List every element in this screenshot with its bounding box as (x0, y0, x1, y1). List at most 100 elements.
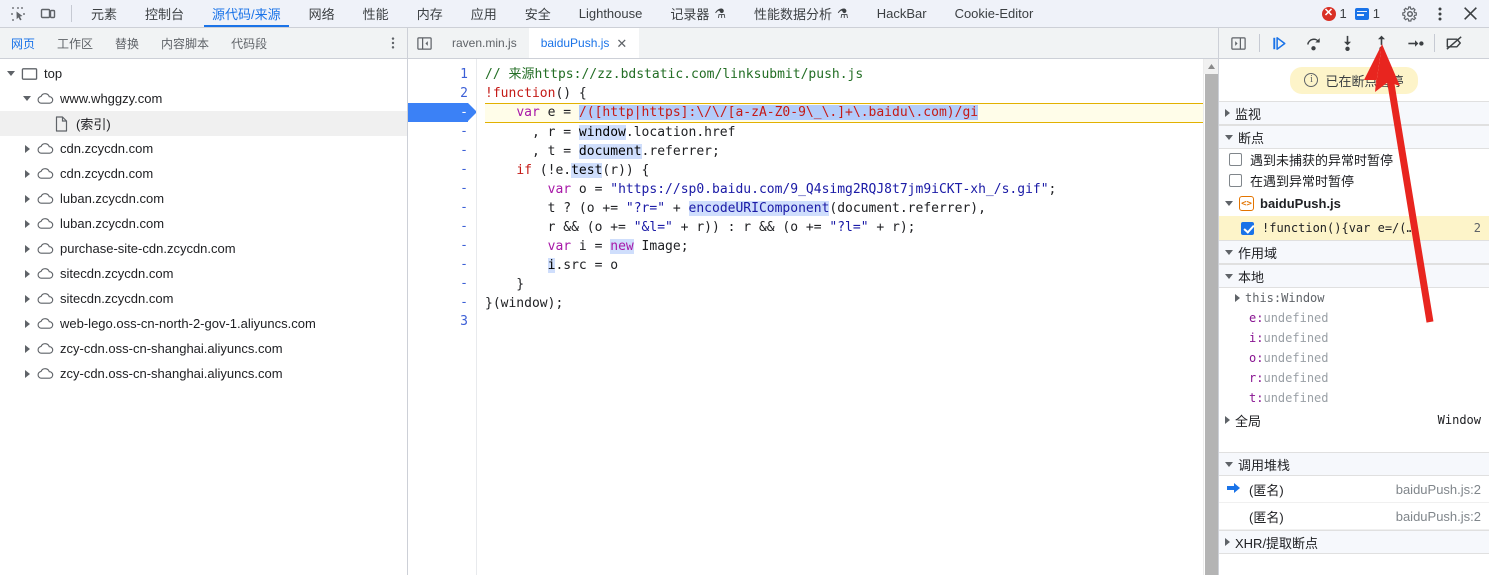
scrollbar-up-arrow[interactable] (1203, 59, 1218, 74)
file-tree-item[interactable]: cdn.zcycdn.com (0, 161, 407, 186)
main-tab-9[interactable]: 记录器 ⚗ (656, 0, 740, 27)
scope-variable-row[interactable]: o: undefined (1219, 348, 1489, 368)
message-count-badge[interactable]: 1 (1351, 6, 1384, 21)
step-button[interactable] (1398, 29, 1432, 57)
main-tab-6[interactable]: 应用 (457, 0, 511, 27)
main-tab-5[interactable]: 内存 (403, 0, 457, 27)
gutter-line[interactable]: - (408, 198, 468, 217)
breakpoint-item[interactable]: !function(){var e=/(… 2 (1219, 216, 1489, 240)
chevron-right-icon[interactable] (20, 144, 34, 153)
sources-sub-tab-2[interactable]: 替换 (104, 28, 150, 58)
xhr-breakpoints-section-header[interactable]: XHR/提取断点 (1219, 530, 1489, 554)
device-toolbar-icon[interactable] (34, 1, 62, 27)
main-tab-4[interactable]: 性能 (349, 0, 403, 27)
gutter-line[interactable]: - (408, 141, 468, 160)
scope-variable-row[interactable]: t: undefined (1219, 388, 1489, 408)
editor-tab-1[interactable]: baiduPush.js ✕ (528, 28, 640, 58)
chevron-down-icon[interactable] (4, 71, 18, 76)
main-tab-11[interactable]: HackBar (863, 0, 941, 27)
call-stack-section-header[interactable]: 调用堆栈 (1219, 452, 1489, 476)
file-tree-item[interactable]: sitecdn.zcycdn.com (0, 286, 407, 311)
main-tab-10[interactable]: 性能数据分析 ⚗ (740, 0, 863, 27)
editor-tab-0[interactable]: raven.min.js (440, 28, 529, 58)
pause-option-row[interactable]: 遇到未捕获的异常时暂停 (1219, 149, 1489, 170)
main-tab-0[interactable]: 元素 (77, 0, 131, 27)
call-stack-frame[interactable]: (匿名) baiduPush.js:2 (1219, 503, 1489, 530)
chevron-right-icon[interactable] (20, 319, 34, 328)
code-content[interactable]: // 来源https://zz.bdstatic.com/linksubmit/… (476, 59, 1203, 575)
scrollbar-thumb[interactable] (1204, 74, 1218, 575)
chevron-right-icon[interactable] (20, 269, 34, 278)
gutter-line[interactable]: 2 (408, 84, 468, 103)
inspect-element-icon[interactable] (4, 1, 32, 27)
main-tab-7[interactable]: 安全 (511, 0, 565, 27)
step-out-of-current-function-button[interactable] (1364, 29, 1398, 57)
breakpoints-section-header[interactable]: 断点 (1219, 125, 1489, 149)
call-stack-frame[interactable]: (匿名) baiduPush.js:2 (1219, 476, 1489, 503)
show-navigator-icon[interactable] (408, 28, 440, 58)
gutter-line[interactable]: - (408, 160, 468, 179)
pause-option-row[interactable]: 在遇到异常时暂停 (1219, 170, 1489, 191)
gutter-line[interactable]: - (408, 103, 477, 122)
file-tree-item[interactable]: purchase-site-cdn.zcycdn.com (0, 236, 407, 261)
step-into-next-function-call-button[interactable] (1330, 29, 1364, 57)
scope-section-header[interactable]: 作用域 (1219, 240, 1489, 264)
watch-section-header[interactable]: 监视 (1219, 101, 1489, 125)
file-tree-item[interactable]: sitecdn.zcycdn.com (0, 261, 407, 286)
scope-variable-row[interactable]: this: Window (1219, 288, 1489, 308)
gutter-line[interactable]: - (408, 255, 468, 274)
code-editor[interactable]: 1 2 - - - - - - - - - - - 3 // 来源https://zz.bdstatic.… (408, 59, 1218, 575)
gutter-line[interactable]: - (408, 217, 468, 236)
chevron-down-icon[interactable] (20, 96, 34, 101)
global-scope-row[interactable]: 全局 Window (1219, 408, 1489, 432)
navigator-more-options-icon[interactable] (379, 28, 407, 58)
chevron-right-icon[interactable] (1235, 294, 1240, 302)
file-tree-item[interactable]: cdn.zcycdn.com (0, 136, 407, 161)
gutter-line[interactable]: - (408, 179, 468, 198)
pause-option-checkbox[interactable] (1229, 174, 1242, 187)
chevron-right-icon[interactable] (20, 344, 34, 353)
sources-sub-tab-4[interactable]: 代码段 (220, 28, 278, 58)
scope-variable-row[interactable]: r: undefined (1219, 368, 1489, 388)
scope-variable-row[interactable]: i: undefined (1219, 328, 1489, 348)
chevron-right-icon[interactable] (20, 369, 34, 378)
file-tree-item[interactable]: luban.zcycdn.com (0, 186, 407, 211)
sources-sub-tab-3[interactable]: 内容脚本 (150, 28, 220, 58)
gear-icon[interactable] (1395, 1, 1425, 27)
gutter-line[interactable]: - (408, 293, 468, 312)
file-tree-item[interactable]: (索引) (0, 111, 407, 136)
main-tab-2[interactable]: 源代码/来源 (198, 0, 295, 27)
file-tree-item[interactable]: www.whggzy.com (0, 86, 407, 111)
step-over-next-function-call-button[interactable] (1296, 29, 1330, 57)
error-count-badge[interactable]: ✕ 1 (1318, 6, 1351, 21)
breakpoint-file-group[interactable]: <> baiduPush.js (1219, 191, 1489, 216)
local-scope-header[interactable]: 本地 (1219, 264, 1489, 288)
chevron-right-icon[interactable] (20, 219, 34, 228)
resume-script-execution-button[interactable] (1262, 29, 1296, 57)
sources-sub-tab-1[interactable]: 工作区 (46, 28, 104, 58)
more-options-icon[interactable] (1425, 1, 1455, 27)
breakpoint-checkbox[interactable] (1241, 221, 1254, 235)
gutter-line[interactable]: - (408, 236, 468, 255)
deactivate-breakpoints-button[interactable] (1437, 29, 1471, 57)
main-tab-12[interactable]: Cookie-Editor (941, 0, 1048, 27)
chevron-right-icon[interactable] (20, 244, 34, 253)
collapse-sidebar-icon[interactable] (1219, 35, 1257, 52)
pause-option-checkbox[interactable] (1229, 153, 1242, 166)
file-tree-item[interactable]: web-lego.oss-cn-north-2-gov-1.aliyuncs.c… (0, 311, 407, 336)
main-tab-3[interactable]: 网络 (295, 0, 349, 27)
file-tree-item[interactable]: top (0, 61, 407, 86)
file-tree-item[interactable]: zcy-cdn.oss-cn-shanghai.aliyuncs.com (0, 336, 407, 361)
close-icon[interactable] (1455, 1, 1485, 27)
gutter-line[interactable]: - (408, 274, 468, 293)
gutter-line[interactable]: 1 (408, 65, 468, 84)
main-tab-1[interactable]: 控制台 (131, 0, 198, 27)
main-tab-8[interactable]: Lighthouse (565, 0, 657, 27)
chevron-right-icon[interactable] (20, 294, 34, 303)
file-tree-item[interactable]: zcy-cdn.oss-cn-shanghai.aliyuncs.com (0, 361, 407, 386)
gutter-line[interactable]: 3 (408, 312, 468, 331)
chevron-right-icon[interactable] (20, 169, 34, 178)
close-tab-icon[interactable]: ✕ (616, 37, 627, 50)
gutter-line[interactable]: - (408, 122, 468, 141)
file-navigator-tree[interactable]: top www.whggzy.com (索引) cdn.zcycdn.com cdn.z… (0, 59, 408, 575)
